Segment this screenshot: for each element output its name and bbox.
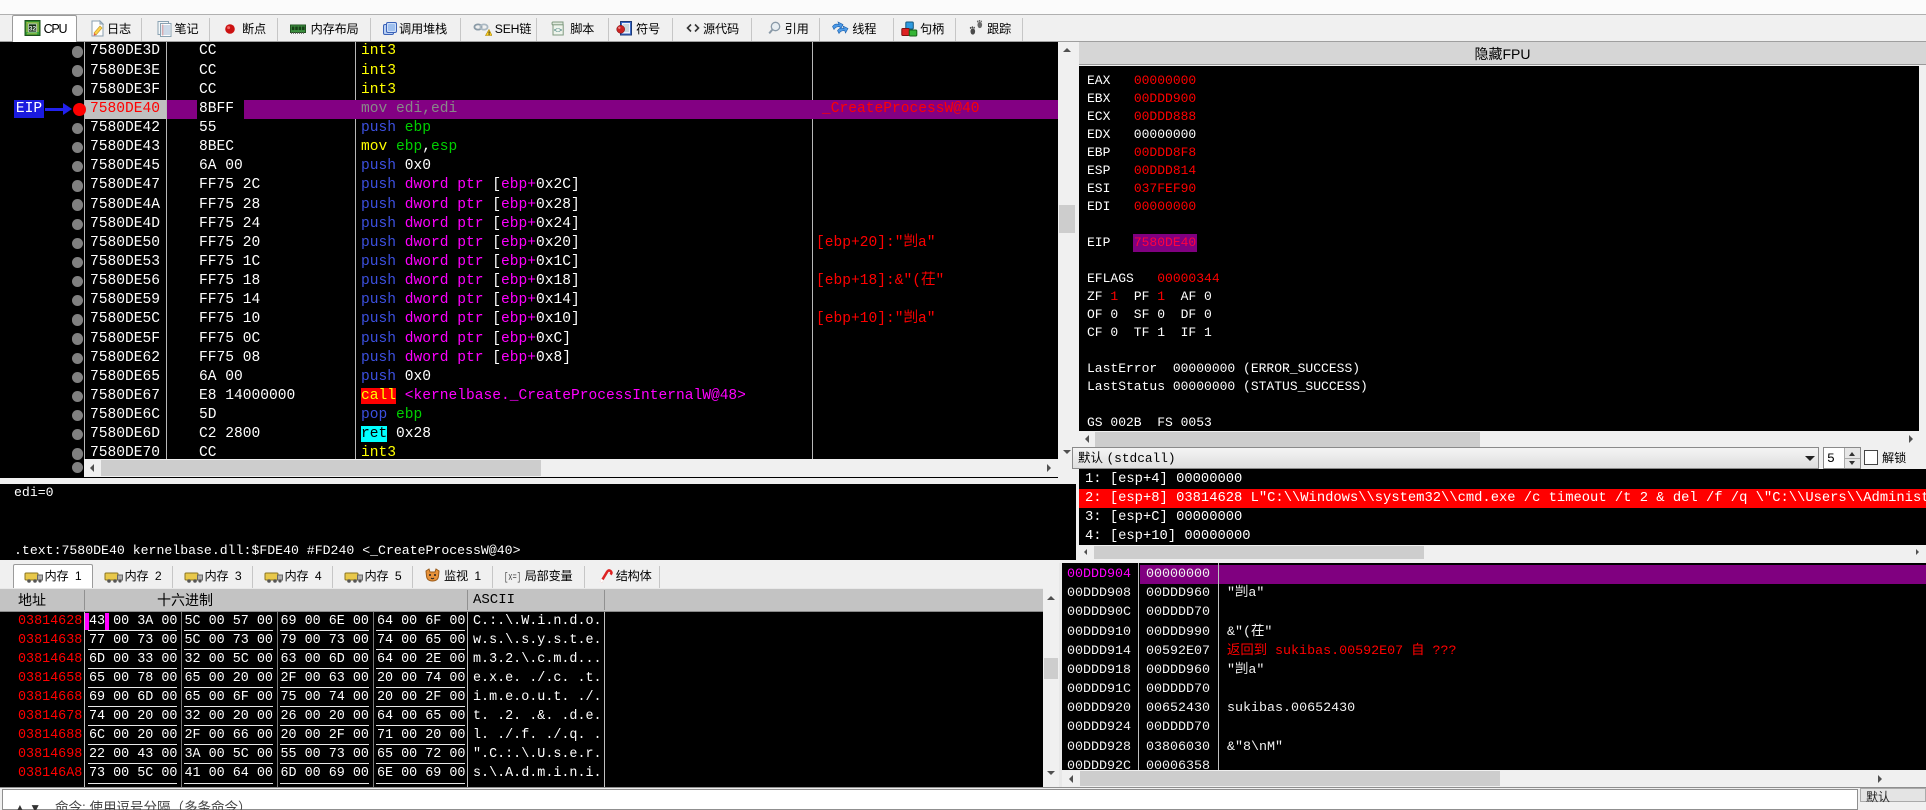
svg-text:[x=]: [x=] [504, 572, 521, 584]
svg-text:32: 32 [29, 25, 37, 32]
svg-text:<>: <> [553, 28, 561, 36]
